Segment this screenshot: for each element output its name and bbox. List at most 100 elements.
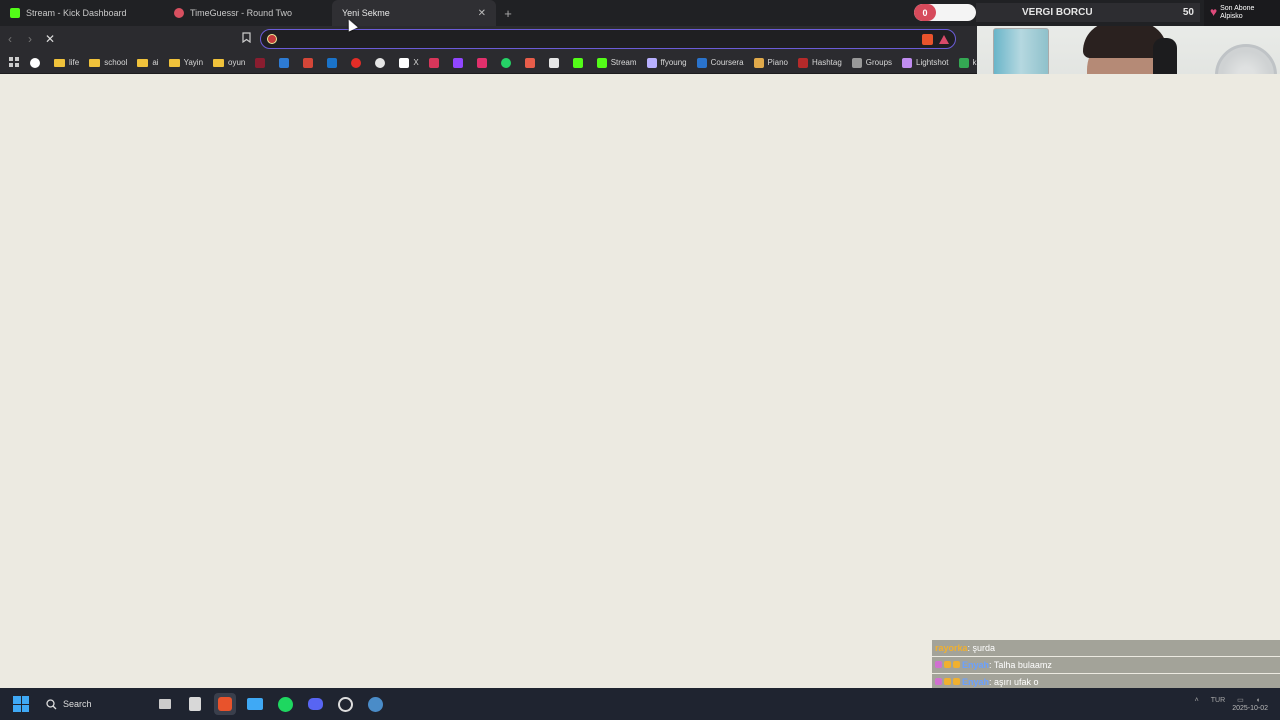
chat-message: rayorka: şurda xyxy=(932,640,1280,656)
chat-badge-icon xyxy=(944,678,951,685)
tab-title: TimeGuessr - Round Two xyxy=(190,8,293,18)
google-icon xyxy=(30,57,40,68)
spotify-icon[interactable] xyxy=(274,693,296,715)
apps-grid-icon[interactable] xyxy=(6,57,23,68)
tab-kick-dashboard[interactable]: Stream - Kick Dashboard xyxy=(0,0,164,26)
bookmark-item[interactable] xyxy=(522,57,542,68)
bookmark-label: school xyxy=(104,58,128,67)
task-view-icon[interactable] xyxy=(154,693,176,715)
chat-text: : Talha bulaamz xyxy=(989,660,1052,670)
obs-icon[interactable] xyxy=(334,693,356,715)
chat-badge-icon xyxy=(953,678,960,685)
amazon-icon xyxy=(548,57,559,68)
chevron-up-icon[interactable]: ˄ xyxy=(1195,697,1199,704)
drive-icon xyxy=(958,57,969,68)
chat-badge-icon xyxy=(935,678,942,685)
brave-shields-icon[interactable] xyxy=(922,33,933,45)
bookmark-item[interactable]: Lightshot xyxy=(899,57,951,68)
linkedin-icon xyxy=(279,57,290,68)
subscriber-counter: 0 xyxy=(914,4,976,21)
brave-rewards-icon[interactable] xyxy=(939,34,949,44)
photos-icon[interactable] xyxy=(244,693,266,715)
bookmark-item[interactable] xyxy=(324,57,344,68)
close-tab-icon[interactable]: ✕ xyxy=(478,8,486,19)
tab-timeguessr[interactable]: TimeGuessr - Round Two xyxy=(164,0,328,26)
bookmark-item[interactable] xyxy=(426,57,446,68)
bookmark-item[interactable]: Hashtag xyxy=(795,57,845,68)
folder-icon xyxy=(137,58,149,67)
tumblr-icon xyxy=(524,57,535,68)
x-icon xyxy=(399,57,410,68)
chat-text: : aşırı ufak o xyxy=(989,677,1039,687)
url-input[interactable] xyxy=(283,33,916,45)
volume-icon[interactable]: ◖ xyxy=(1256,697,1260,704)
discord-icon[interactable] xyxy=(304,693,326,715)
search-icon xyxy=(46,698,57,709)
bookmark-item[interactable] xyxy=(252,57,272,68)
bookmark-item[interactable] xyxy=(498,57,518,68)
chat-badge-icon xyxy=(944,661,951,668)
link-icon xyxy=(851,57,862,68)
bookmark-item[interactable] xyxy=(27,57,47,68)
bookmark-item[interactable] xyxy=(546,57,566,68)
site-icon xyxy=(428,57,439,68)
bookmark-item[interactable]: Stream xyxy=(594,57,640,68)
bookmark-label: life xyxy=(69,58,80,67)
taskbar-search[interactable]: Search xyxy=(40,693,146,715)
chat-badge-icon xyxy=(953,661,960,668)
language-indicator[interactable]: TUR xyxy=(1211,697,1225,704)
bookmark-item[interactable] xyxy=(450,57,470,68)
folder-icon xyxy=(54,58,65,67)
brave-browser-icon[interactable] xyxy=(214,693,236,715)
sub-count: 0 xyxy=(914,4,936,21)
network-icon[interactable]: ▭ xyxy=(1237,696,1244,704)
bookmark-label: Lightshot xyxy=(916,58,949,67)
bookmark-item[interactable] xyxy=(474,57,494,68)
bookmark-icon[interactable] xyxy=(238,32,254,46)
speaker-image xyxy=(993,28,1049,76)
forward-button[interactable]: › xyxy=(20,32,40,46)
system-tray: ˄ TUR ▭ ◖ xyxy=(1195,696,1260,705)
folder-icon xyxy=(168,58,180,67)
outlook-icon xyxy=(327,57,338,68)
bookmark-item[interactable] xyxy=(348,57,368,68)
bookmark-label: Piano xyxy=(767,58,788,67)
bookmark-item[interactable]: ffyoung xyxy=(644,57,690,68)
site-icon xyxy=(798,57,808,68)
twitch-icon xyxy=(452,57,463,68)
bookmark-item[interactable] xyxy=(276,57,296,68)
bookmark-label: ai xyxy=(152,58,159,67)
bookmarks-bar: life school ai Yayin oyun X Stream ffyoung Cours… xyxy=(0,52,980,74)
address-bar[interactable] xyxy=(260,29,956,49)
bookmark-item[interactable]: school xyxy=(86,58,130,67)
last-sub-name: Alpisko xyxy=(1220,13,1243,20)
site-icon xyxy=(255,57,266,68)
link-icon xyxy=(646,57,657,68)
bookmark-item[interactable]: Coursera xyxy=(694,57,747,68)
bookmark-item[interactable]: Groups xyxy=(849,57,895,68)
tax-debt-bar: VERGI BORCU 50 xyxy=(976,3,1200,22)
file-explorer-icon[interactable] xyxy=(184,693,206,715)
bookmark-item[interactable]: ai xyxy=(134,58,161,67)
tab-new-tab[interactable]: Yeni Sekme ✕ xyxy=(332,0,496,26)
steam-icon[interactable] xyxy=(364,693,386,715)
bookmark-item[interactable]: oyun xyxy=(210,58,248,67)
bookmark-item[interactable] xyxy=(300,57,320,68)
taskbar-date[interactable]: 2025-10-02 xyxy=(1232,705,1268,712)
bookmark-item[interactable]: Yayin xyxy=(166,58,206,67)
bookmark-item[interactable]: X xyxy=(396,57,421,68)
bookmark-label: Groups xyxy=(865,58,893,67)
bookmark-item[interactable]: life xyxy=(51,58,82,67)
bookmark-item[interactable] xyxy=(372,57,392,68)
kick-icon xyxy=(596,57,607,68)
new-tab-button[interactable]: + xyxy=(500,6,516,21)
youtube-icon xyxy=(351,57,362,68)
chat-badge-icon xyxy=(935,661,942,668)
bookmark-label: Hashtag xyxy=(812,58,842,67)
stop-loading-button[interactable]: ✕ xyxy=(40,32,60,46)
bookmark-item[interactable] xyxy=(570,57,590,68)
back-button[interactable]: ‹ xyxy=(0,32,20,46)
bookmark-item[interactable]: Piano xyxy=(751,57,791,68)
windows-start-icon[interactable] xyxy=(10,693,32,715)
brave-search-icon xyxy=(267,34,277,44)
